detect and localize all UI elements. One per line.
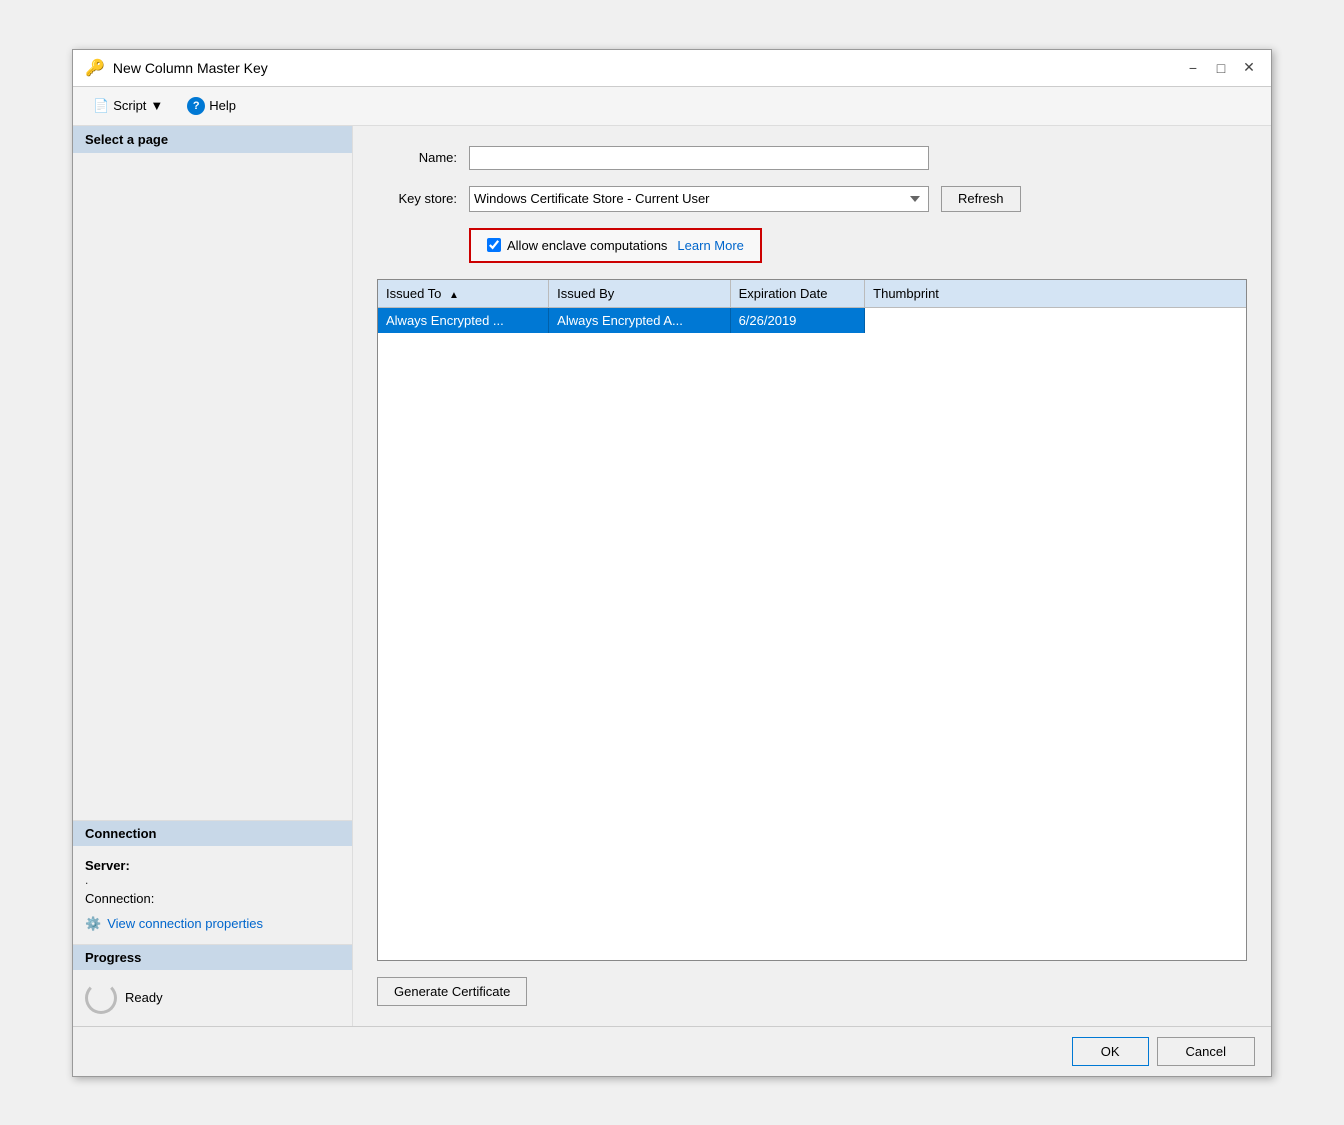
allow-enclave-label[interactable]: Allow enclave computations xyxy=(487,238,667,253)
content-area: Select a page Connection Server: . Conne… xyxy=(73,126,1271,1026)
cell-issued-to: Always Encrypted ... xyxy=(378,307,549,333)
script-label: Script xyxy=(113,98,146,113)
script-dropdown-arrow: ▼ xyxy=(150,98,163,113)
col-thumbprint[interactable]: Thumbprint xyxy=(865,280,1246,308)
title-bar: 🔑 New Column Master Key − □ ✕ xyxy=(73,50,1271,87)
progress-status: Ready xyxy=(125,990,163,1005)
progress-section: Progress Ready xyxy=(73,944,352,1026)
main-content: Name: Key store: Windows Certificate Sto… xyxy=(353,126,1271,1026)
cell-issued-by: Always Encrypted A... xyxy=(549,307,730,333)
connection-section: Connection Server: . Connection: ⚙️ View… xyxy=(73,820,352,944)
cancel-button[interactable]: Cancel xyxy=(1157,1037,1255,1066)
table-header-row: Issued To ▲ Issued By Expiration Date Th… xyxy=(378,280,1246,308)
server-value: . xyxy=(85,873,340,887)
connection-details: Server: . Connection: ⚙️ View connection… xyxy=(73,846,352,944)
title-bar-left: 🔑 New Column Master Key xyxy=(85,58,268,78)
table-header: Issued To ▲ Issued By Expiration Date Th… xyxy=(378,280,1246,308)
sort-arrow-issued-to: ▲ xyxy=(449,290,459,301)
allow-enclave-text: Allow enclave computations xyxy=(507,238,667,253)
allow-enclave-checkbox[interactable] xyxy=(487,238,501,252)
name-label: Name: xyxy=(377,150,457,165)
script-icon: 📄 xyxy=(93,98,109,114)
connection-peers-icon: ⚙️ xyxy=(85,916,101,932)
window-title: New Column Master Key xyxy=(113,60,268,76)
close-button[interactable]: ✕ xyxy=(1239,58,1259,78)
name-row: Name: xyxy=(377,146,1247,170)
learn-more-link[interactable]: Learn More xyxy=(677,238,743,253)
connection-header: Connection xyxy=(73,821,352,846)
key-store-select[interactable]: Windows Certificate Store - Current User… xyxy=(469,186,929,212)
server-item: Server: . xyxy=(85,858,340,887)
col-issued-by[interactable]: Issued By xyxy=(549,280,730,308)
key-store-row: Key store: Windows Certificate Store - C… xyxy=(377,186,1247,212)
help-icon: ? xyxy=(187,97,205,115)
name-input[interactable] xyxy=(469,146,929,170)
certificate-table: Issued To ▲ Issued By Expiration Date Th… xyxy=(378,280,1246,333)
generate-cert-section: Generate Certificate xyxy=(377,977,1247,1006)
sidebar-pages xyxy=(73,153,352,820)
progress-item: Ready xyxy=(85,982,340,1014)
enclave-box: Allow enclave computations Learn More xyxy=(469,228,762,263)
col-expiration-date[interactable]: Expiration Date xyxy=(730,280,865,308)
table-row[interactable]: Always Encrypted ... Always Encrypted A.… xyxy=(378,307,1246,333)
window-icon: 🔑 xyxy=(85,58,105,78)
window-controls: − □ ✕ xyxy=(1183,58,1259,78)
maximize-button[interactable]: □ xyxy=(1211,58,1231,78)
certificate-table-container: Issued To ▲ Issued By Expiration Date Th… xyxy=(377,279,1247,961)
key-store-label: Key store: xyxy=(377,191,457,206)
view-connection-link[interactable]: ⚙️ View connection properties xyxy=(85,916,340,932)
select-page-header: Select a page xyxy=(73,126,352,153)
progress-details: Ready xyxy=(73,970,352,1026)
help-button[interactable]: ? Help xyxy=(179,93,244,119)
script-button[interactable]: 📄 Script ▼ xyxy=(85,94,171,118)
spinner-icon xyxy=(85,982,117,1014)
sidebar: Select a page Connection Server: . Conne… xyxy=(73,126,353,1026)
help-label: Help xyxy=(209,98,236,113)
toolbar: 📄 Script ▼ ? Help xyxy=(73,87,1271,126)
enclave-section: Allow enclave computations Learn More xyxy=(469,228,1247,263)
cell-thumbprint xyxy=(865,307,1246,333)
table-body: Always Encrypted ... Always Encrypted A.… xyxy=(378,307,1246,333)
connection-item: Connection: xyxy=(85,891,340,906)
minimize-button[interactable]: − xyxy=(1183,58,1203,78)
generate-certificate-button[interactable]: Generate Certificate xyxy=(377,977,527,1006)
view-connection-label: View connection properties xyxy=(107,916,263,931)
footer: OK Cancel xyxy=(73,1026,1271,1076)
cell-expiration-date: 6/26/2019 xyxy=(730,307,865,333)
col-issued-to[interactable]: Issued To ▲ xyxy=(378,280,549,308)
server-label: Server: xyxy=(85,858,130,873)
progress-header: Progress xyxy=(73,945,352,970)
connection-label: Connection: xyxy=(85,891,154,906)
refresh-button[interactable]: Refresh xyxy=(941,186,1021,212)
ok-button[interactable]: OK xyxy=(1072,1037,1149,1066)
main-window: 🔑 New Column Master Key − □ ✕ 📄 Script ▼… xyxy=(72,49,1272,1077)
